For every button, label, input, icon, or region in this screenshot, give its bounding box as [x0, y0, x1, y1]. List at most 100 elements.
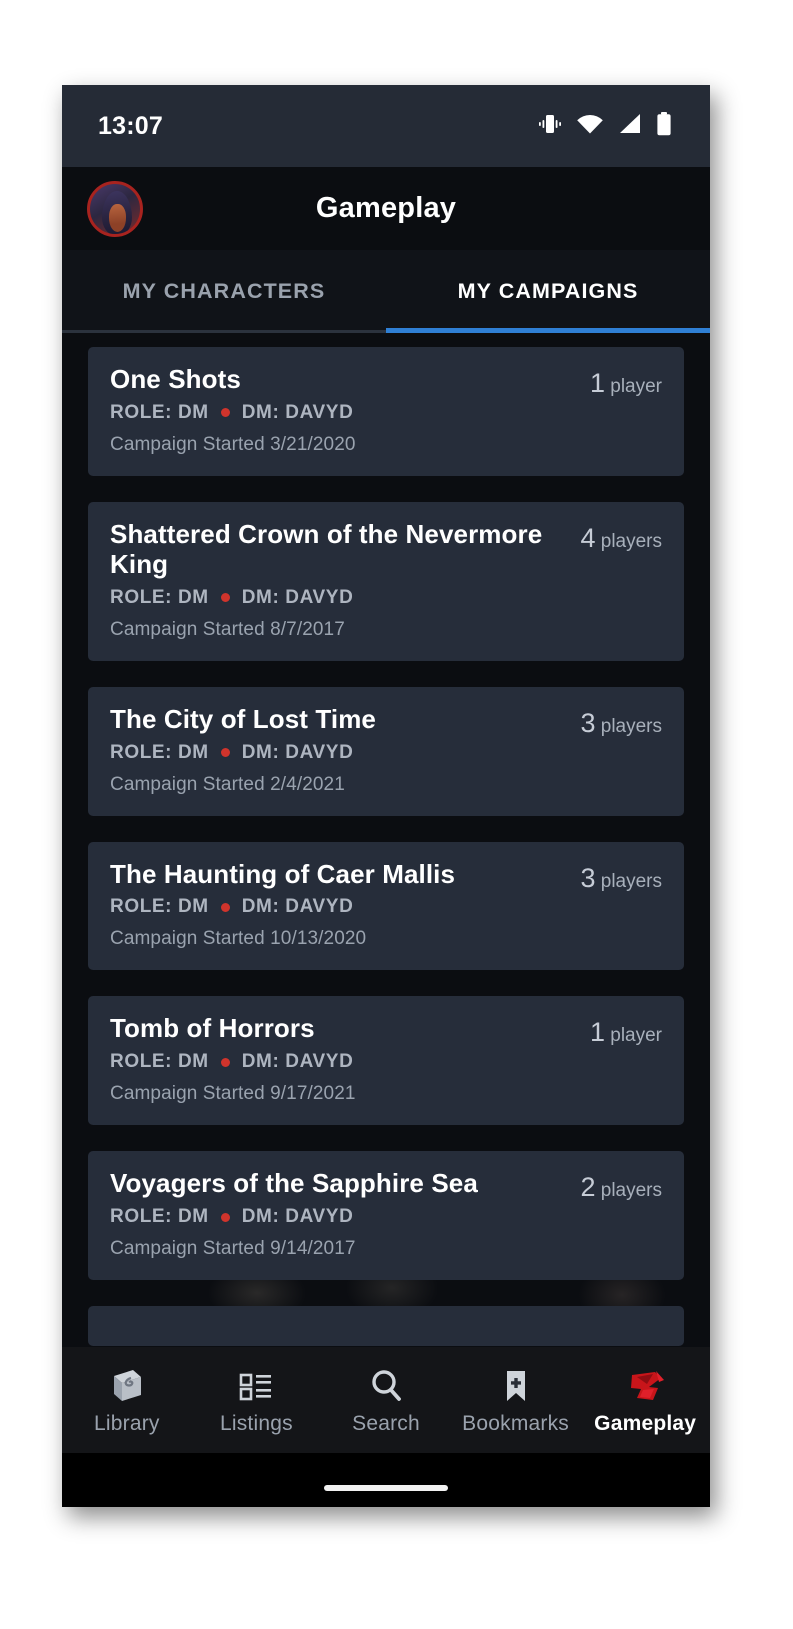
campaign-title: Tomb of Horrors [110, 1013, 315, 1044]
campaign-card-main: One Shots ROLE: DM DM: DAVYD Campaign St… [110, 364, 578, 456]
nav-item-search[interactable]: Search [321, 1365, 451, 1436]
campaign-meta: ROLE: DM DM: DAVYD [110, 587, 568, 609]
player-count-label: players [600, 1180, 662, 1202]
campaign-player-count: 2 players [580, 1169, 662, 1203]
page-title: Gameplay [315, 192, 457, 224]
nav-label-gameplay: Gameplay [594, 1411, 697, 1435]
player-count-number: 4 [580, 522, 596, 553]
campaign-title: Shattered Crown of the Nevermore King [110, 518, 543, 579]
nav-label-bookmarks: Bookmarks [462, 1411, 569, 1435]
campaign-started: Campaign Started 9/14/2017 [110, 1238, 356, 1260]
campaign-dm: DM: DAVYD [241, 1206, 354, 1228]
tab-my-campaigns-label: MY CAMPAIGNS [457, 279, 639, 303]
campaign-role: ROLE: DM [110, 586, 209, 608]
campaign-card[interactable]: The Haunting of Caer Mallis ROLE: DM DM:… [88, 841, 684, 971]
battery-icon [656, 111, 672, 141]
separator-dot-icon [220, 1212, 230, 1222]
campaign-card-main: The City of Lost Time ROLE: DM DM: DAVYD… [110, 703, 568, 796]
campaign-card[interactable]: Voyagers of the Sapphire Sea ROLE: DM DM… [88, 1151, 684, 1281]
tab-my-campaigns[interactable]: MY CAMPAIGNS [386, 250, 710, 333]
campaign-card[interactable]: The City of Lost Time ROLE: DM DM: DAVYD… [88, 686, 684, 816]
nav-item-gameplay[interactable]: Gameplay [580, 1365, 710, 1436]
avatar[interactable] [87, 180, 143, 237]
campaign-player-count: 4 players [580, 520, 662, 554]
search-icon [366, 1365, 406, 1405]
tab-my-characters-label: MY CHARACTERS [122, 279, 326, 303]
campaign-started: Campaign Started 10/13/2020 [110, 928, 367, 950]
player-count-label: players [600, 715, 662, 737]
campaign-card-main: Shattered Crown of the Nevermore King RO… [110, 518, 568, 641]
campaign-meta: ROLE: DM DM: DAVYD [110, 402, 578, 424]
separator-dot-icon [220, 748, 230, 758]
vibrate-icon [537, 112, 563, 141]
player-count-label: players [600, 870, 662, 892]
campaign-card-partial[interactable] [88, 1306, 684, 1347]
player-count-number: 1 [589, 1017, 605, 1048]
player-count-number: 2 [580, 1172, 596, 1203]
nav-item-library[interactable]: Library [62, 1365, 192, 1436]
campaign-title: The City of Lost Time [110, 703, 376, 734]
campaign-role: ROLE: DM [110, 741, 209, 763]
campaign-meta: ROLE: DM DM: DAVYD [110, 742, 568, 764]
wifi-icon [576, 113, 604, 140]
campaign-dm: DM: DAVYD [241, 586, 354, 608]
player-count-number: 3 [580, 707, 596, 738]
cellular-signal-icon [617, 113, 643, 140]
status-bar: 13:07 [62, 85, 710, 167]
player-count-number: 1 [589, 368, 605, 398]
campaign-role: ROLE: DM [110, 896, 209, 918]
player-count-label: players [600, 530, 662, 552]
campaign-title: The Haunting of Caer Mallis [110, 858, 456, 889]
campaign-started: Campaign Started 2/4/2021 [110, 773, 345, 795]
campaign-meta: ROLE: DM DM: DAVYD [110, 1051, 578, 1073]
campaign-role: ROLE: DM [110, 1206, 209, 1228]
list-icon [236, 1365, 276, 1405]
player-count-label: player [610, 1025, 662, 1047]
campaign-dm: DM: DAVYD [241, 401, 354, 423]
campaign-card[interactable]: One Shots ROLE: DM DM: DAVYD Campaign St… [88, 347, 684, 476]
app-bar: Gameplay [62, 167, 710, 250]
tab-my-characters[interactable]: MY CHARACTERS [62, 250, 386, 333]
status-icons [537, 111, 672, 141]
dnd-logo-icon [623, 1365, 667, 1405]
separator-dot-icon [220, 902, 230, 912]
campaign-player-count: 1 player [590, 1014, 662, 1048]
campaign-player-count: 3 players [580, 705, 662, 739]
campaign-meta: ROLE: DM DM: DAVYD [110, 896, 568, 918]
status-clock: 13:07 [98, 111, 163, 140]
nav-item-listings[interactable]: Listings [192, 1365, 322, 1436]
screenshot-root: 13:07 Gameplay MY CHARACTERS MY CAMPAIGN… [0, 0, 793, 1629]
campaign-player-count: 1 player [590, 365, 662, 399]
nav-item-bookmarks[interactable]: Bookmarks [451, 1365, 581, 1436]
campaign-card[interactable]: Shattered Crown of the Nevermore King RO… [88, 501, 684, 661]
tab-bar: MY CHARACTERS MY CAMPAIGNS [62, 250, 710, 333]
nav-label-library: Library [94, 1411, 160, 1435]
campaign-card-main: The Haunting of Caer Mallis ROLE: DM DM:… [110, 858, 568, 951]
separator-dot-icon [220, 593, 230, 603]
campaign-player-count: 3 players [580, 860, 662, 894]
campaign-dm: DM: DAVYD [241, 896, 354, 918]
campaign-dm: DM: DAVYD [241, 1051, 354, 1073]
home-indicator[interactable] [62, 1453, 710, 1507]
bottom-navigation: Library Listings Search Bookmarks Gamepl… [62, 1347, 710, 1453]
separator-dot-icon [220, 1057, 230, 1067]
bookmark-icon [496, 1365, 536, 1405]
phone-screen: 13:07 Gameplay MY CHARACTERS MY CAMPAIGN… [62, 85, 710, 1507]
campaign-title: Voyagers of the Sapphire Sea [110, 1168, 478, 1199]
campaign-role: ROLE: DM [110, 401, 209, 423]
campaign-started: Campaign Started 9/17/2021 [110, 1083, 356, 1105]
campaign-list[interactable]: One Shots ROLE: DM DM: DAVYD Campaign St… [62, 333, 710, 1447]
player-count-number: 3 [580, 862, 596, 893]
campaign-card[interactable]: Tomb of Horrors ROLE: DM DM: DAVYD Campa… [88, 996, 684, 1126]
campaign-dm: DM: DAVYD [241, 741, 354, 763]
separator-dot-icon [220, 408, 230, 418]
campaign-cards: One Shots ROLE: DM DM: DAVYD Campaign St… [62, 333, 710, 1347]
book-icon [107, 1365, 147, 1405]
campaign-card-main: Tomb of Horrors ROLE: DM DM: DAVYD Campa… [110, 1014, 578, 1105]
nav-label-listings: Listings [219, 1411, 293, 1435]
campaign-started: Campaign Started 3/21/2020 [110, 433, 356, 455]
nav-label-search: Search [352, 1411, 420, 1435]
campaign-card-main: Voyagers of the Sapphire Sea ROLE: DM DM… [110, 1168, 568, 1260]
campaign-started: Campaign Started 8/7/2017 [110, 618, 345, 640]
campaign-title: One Shots [110, 364, 241, 394]
